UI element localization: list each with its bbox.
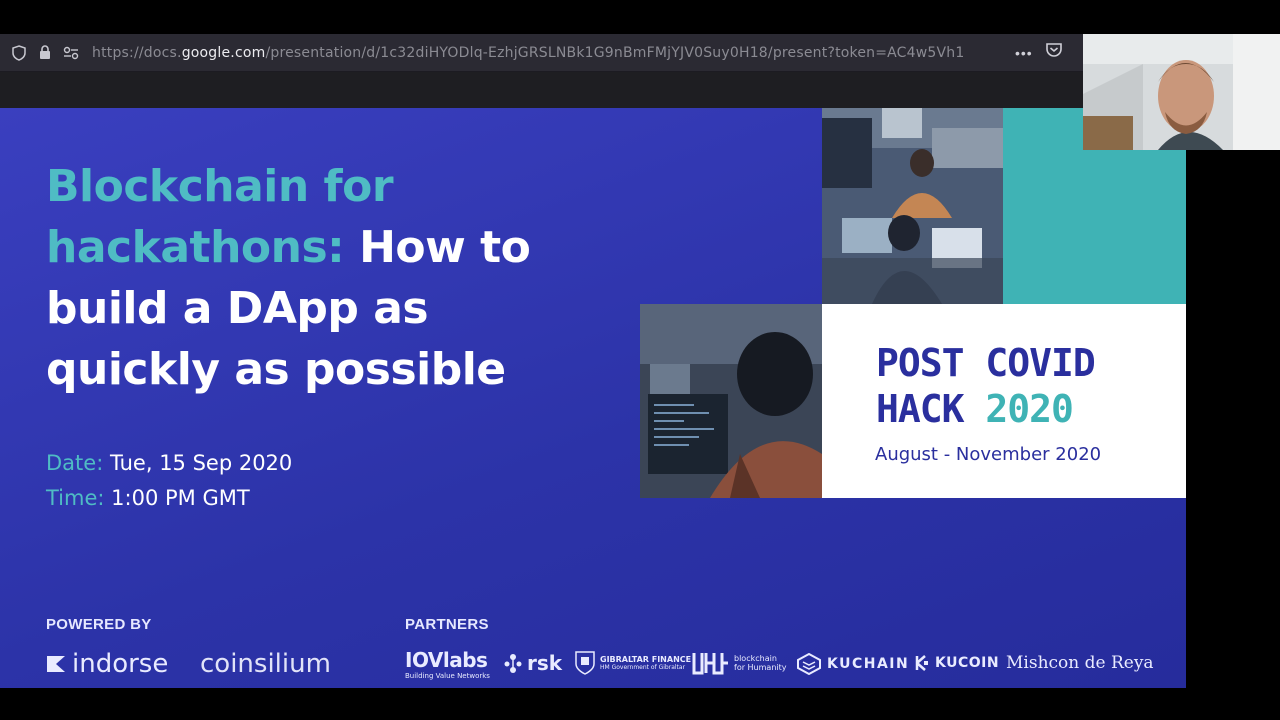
indorse-logo: indorse <box>46 649 168 679</box>
indorse-mark-icon <box>47 656 65 672</box>
time-value: 1:00 PM GMT <box>111 486 250 510</box>
mishcon-de-reya-logo: Mishcon de Reya <box>1006 653 1154 673</box>
hack-title-line1: POST COVID <box>876 341 1096 385</box>
kucoin-logo: KUCOIN <box>913 654 999 672</box>
webcam-video <box>1083 34 1280 150</box>
mishcon-text: Mishcon de Reya <box>1006 653 1154 673</box>
hackathon-photo-bottom <box>640 304 822 498</box>
permissions-icon[interactable] <box>60 42 82 64</box>
blockchain-for-humanity-logo: blockchain for Humanity <box>692 651 788 675</box>
more-actions-icon[interactable]: ••• <box>1015 45 1033 61</box>
presentation-toolbar-strip <box>0 72 1085 108</box>
url-host: google.com <box>181 44 266 61</box>
kuchain-text: KUCHAIN <box>827 656 910 672</box>
event-card: POST COVID HACK 2020 August - November 2… <box>822 304 1186 498</box>
gibraltar-crest-icon <box>575 651 595 675</box>
kuchain-logo: KUCHAIN <box>797 653 909 675</box>
presentation-slide: Blockchain for hackathons: How to build … <box>0 108 1186 688</box>
bfh-mark-icon <box>692 653 728 675</box>
kuchain-mark-icon <box>797 653 821 675</box>
lock-icon[interactable] <box>34 42 56 64</box>
gibraltar-text: GIBRALTAR FINANCE <box>600 655 692 664</box>
powered-by-label: POWERED BY <box>46 616 152 633</box>
slide-title: Blockchain for hackathons: How to build … <box>46 156 606 400</box>
url-text[interactable]: https://docs.google.com/presentation/d/1… <box>92 45 1007 61</box>
shield-icon[interactable] <box>8 42 30 64</box>
coinsilium-text: coinsilium <box>200 649 331 679</box>
hack-title: POST COVID HACK 2020 <box>876 340 1096 432</box>
indorse-text: indorse <box>72 649 169 679</box>
url-prefix: https://docs. <box>92 44 182 61</box>
rsk-mark-icon <box>504 654 522 673</box>
coinsilium-logo: coinsilium <box>200 649 331 679</box>
slide-title-highlight: Blockchain for hackathons: <box>46 161 394 273</box>
hack-title-line2: HACK <box>876 387 986 431</box>
hack-dates: August - November 2020 <box>875 444 1102 465</box>
partners-label: PARTNERS <box>405 616 489 633</box>
iovlabs-logo: IOVlabs Building Value Networks <box>405 648 490 680</box>
gibraltar-finance-logo: GIBRALTAR FINANCE HM Government of Gibra… <box>574 650 691 676</box>
date-value: Tue, 15 Sep 2020 <box>109 451 293 475</box>
browser-url-bar[interactable]: https://docs.google.com/presentation/d/1… <box>0 34 1085 72</box>
kucoin-text: KUCOIN <box>935 655 1000 671</box>
url-path: /presentation/d/1c32diHYODlq-EzhjGRSLNBk… <box>265 44 965 61</box>
bfh-text: blockchain for Humanity <box>734 654 787 672</box>
rsk-text: rsk <box>527 651 563 675</box>
iovlabs-text: IOVlabs <box>405 648 488 672</box>
pocket-icon[interactable] <box>1045 42 1063 63</box>
gibraltar-subtext: HM Government of Gibraltar <box>600 664 686 671</box>
date-key: Date: <box>46 451 104 475</box>
rsk-logo: rsk <box>503 651 562 675</box>
kucoin-mark-icon <box>915 655 928 671</box>
time-key: Time: <box>46 486 105 510</box>
hackathon-photo-top <box>822 108 1003 304</box>
event-meta: Date: Tue, 15 Sep 2020 Time: 1:00 PM GMT <box>46 446 292 516</box>
hack-title-year: 2020 <box>985 387 1074 431</box>
iovlabs-subtext: Building Value Networks <box>405 672 490 680</box>
